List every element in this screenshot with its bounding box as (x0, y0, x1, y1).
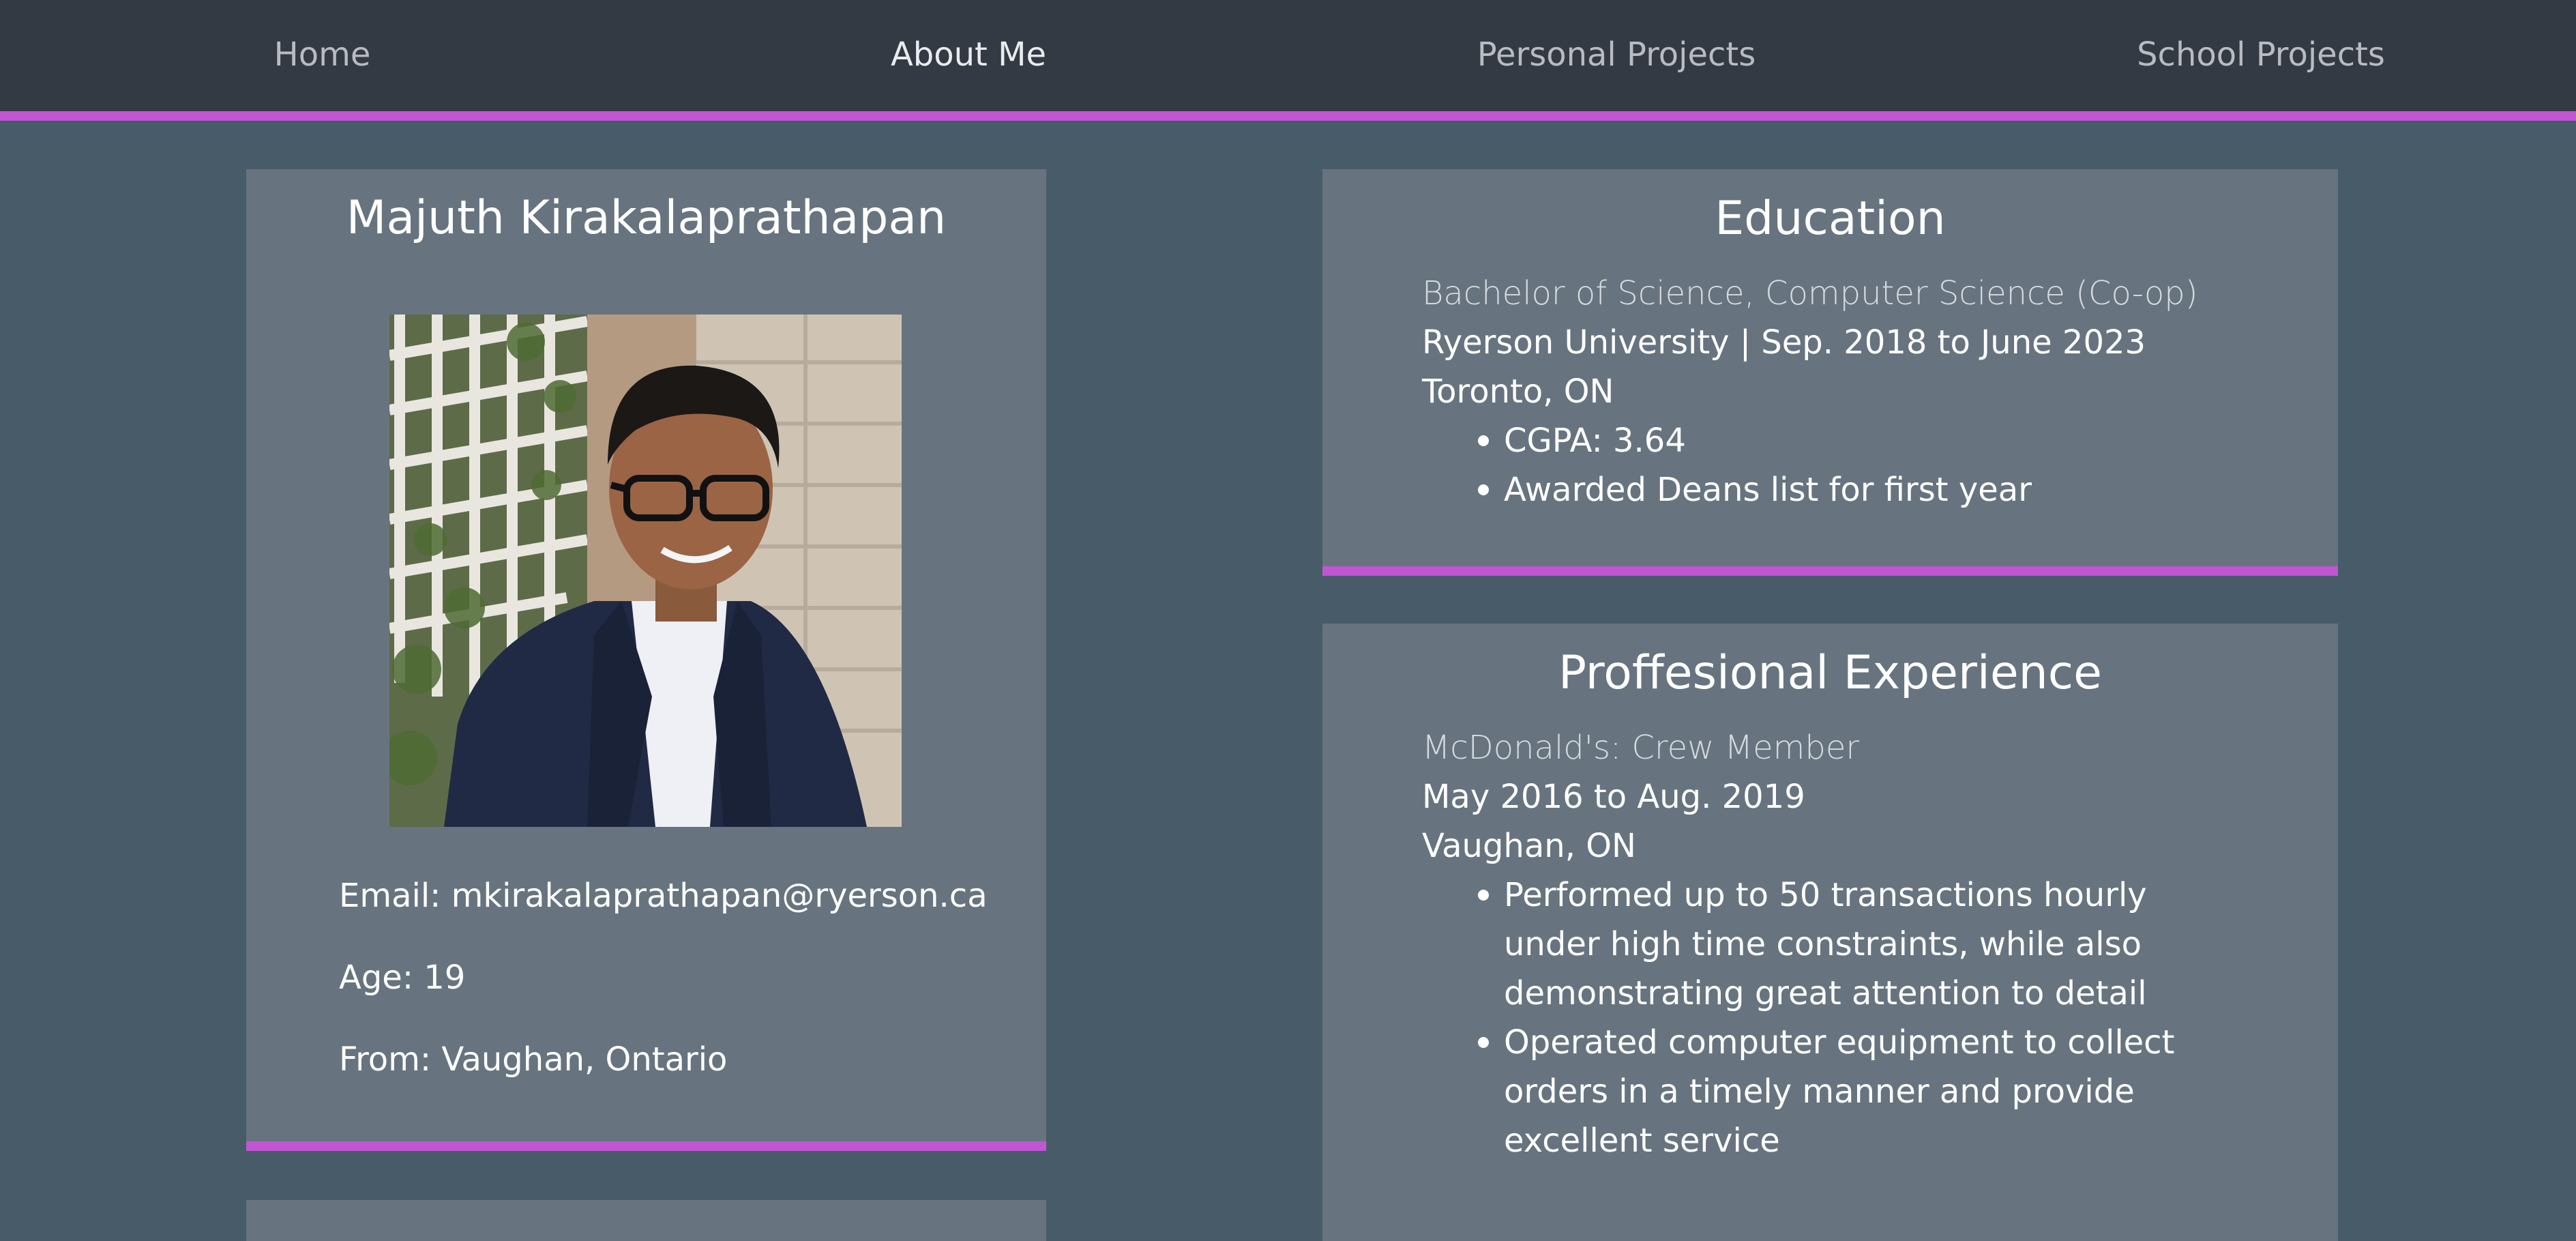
profile-name: Majuth Kirakalaprathapan (346, 191, 947, 245)
skills-card (246, 1200, 1046, 1241)
education-bullets: CGPA: 3.64 Awarded Deans list for first … (1422, 416, 2268, 514)
experience-location: Vaughan, ON (1422, 827, 1636, 865)
profile-age: Age: 19 (339, 959, 466, 997)
nav-item-home[interactable]: Home (225, 27, 419, 82)
experience-dates: May 2016 to Aug. 2019 (1422, 778, 1805, 816)
education-location: Toronto, ON (1422, 373, 1614, 411)
profile-photo (389, 315, 902, 827)
experience-card: Proffesional Experience McDonald's: Crew… (1322, 624, 2338, 1241)
profile-email: Email: mkirakalaprathapan@ryerson.ca (339, 877, 988, 915)
nav-item-school-projects[interactable]: School Projects (2104, 27, 2418, 82)
education-degree: Bachelor of Science, Computer Science (C… (1422, 274, 2198, 312)
education-card: Education Bachelor of Science, Computer … (1322, 169, 2338, 576)
top-navigation: Home About Me Personal Projects School P… (0, 0, 2576, 121)
profile-hometown: From: Vaughan, Ontario (339, 1040, 728, 1079)
nav-item-personal-projects[interactable]: Personal Projects (1456, 27, 1777, 82)
experience-bullets: Performed up to 50 transactions hourly u… (1422, 871, 2240, 1165)
education-school-dates: Ryerson University | Sep. 2018 to June 2… (1422, 323, 2146, 362)
profile-card: Majuth Kirakalaprathapan Email: mkirakal… (246, 169, 1046, 1151)
experience-title: Proffesional Experience (1558, 646, 2102, 700)
list-item: Operated computer equipment to collect o… (1478, 1018, 2240, 1165)
list-item: Awarded Deans list for first year (1478, 465, 2268, 514)
education-title: Education (1715, 192, 1946, 246)
list-item: CGPA: 3.64 (1478, 416, 2268, 465)
nav-item-about-me[interactable]: About Me (853, 27, 1084, 82)
list-item: Performed up to 50 transactions hourly u… (1478, 871, 2240, 1018)
education-entry: Bachelor of Science, Computer Science (C… (1422, 269, 2268, 514)
experience-role: McDonald's: Crew Member (1422, 729, 1860, 767)
experience-entry: McDonald's: Crew Member May 2016 to Aug.… (1422, 723, 2240, 1165)
